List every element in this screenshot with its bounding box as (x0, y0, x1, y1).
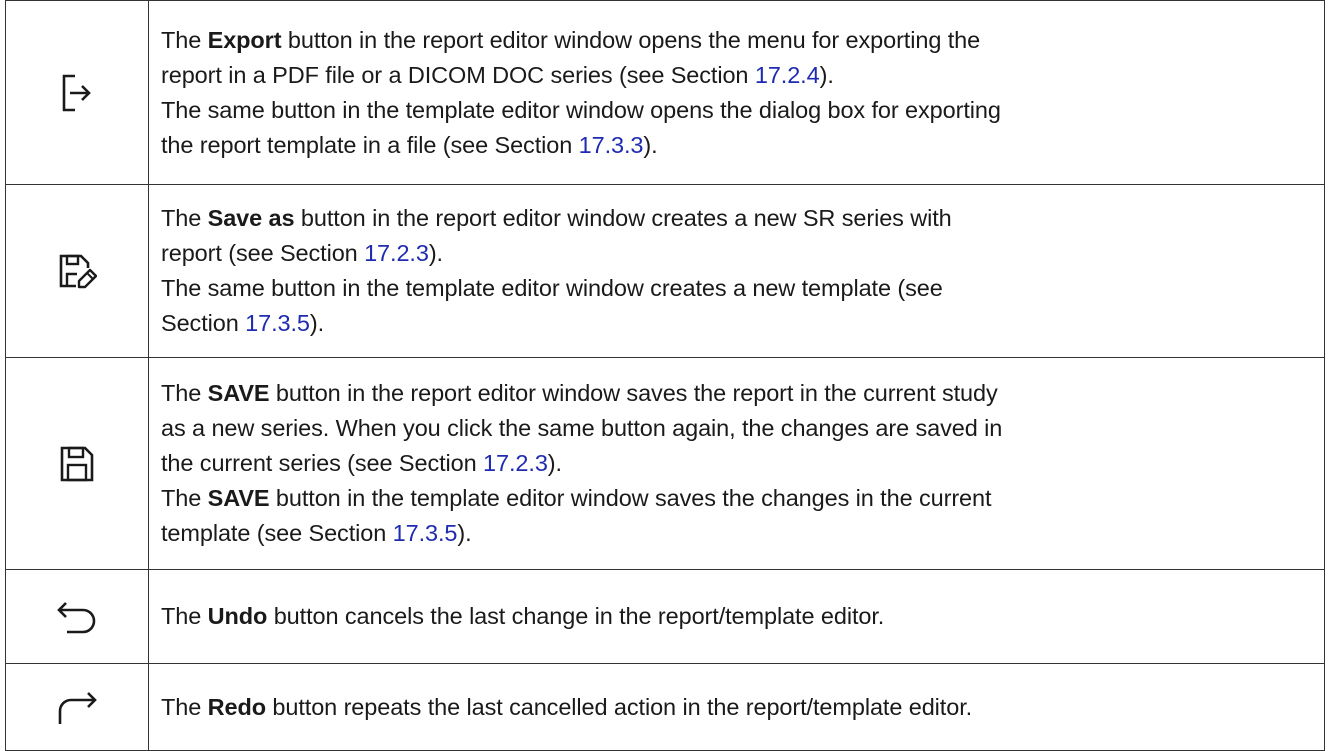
undo-button-name: Undo (207, 603, 268, 629)
export-line-1: The Export button in the report editor w… (161, 26, 981, 53)
section-link[interactable]: 17.3.5 (245, 310, 310, 336)
table-row-export: The Export button in the report editor w… (5, 0, 1325, 185)
save-line-4: The SAVE button in the template editor w… (161, 485, 992, 511)
save-line-2: as a new series. When you click the same… (161, 415, 1003, 441)
icon-cell-save (5, 357, 149, 570)
description-cell-save-as: The Save as button in the report editor … (148, 184, 1325, 358)
redo-line-1: The Redo button repeats the last cancell… (161, 693, 973, 720)
save-as-icon (59, 254, 97, 289)
export-icon (62, 74, 91, 111)
save-as-line-1: The Save as button in the report editor … (161, 205, 952, 231)
section-link[interactable]: 17.2.4 (755, 62, 820, 88)
icon-cell-undo (5, 569, 149, 664)
export-line-2: report in a PDF file or a DICOM DOC seri… (161, 61, 834, 88)
save-button-name: SAVE (207, 380, 270, 406)
save-line-5: template (see Section 17.3.5). (161, 520, 472, 546)
button-reference-table: The Export button in the report editor w… (5, 0, 1325, 751)
icon-cell-export (5, 0, 149, 185)
undo-line-1: The Undo button cancels the last change … (161, 603, 885, 629)
save-as-line-2: report (see Section 17.2.3). (161, 240, 443, 266)
export-line-4: the report template in a file (see Secti… (161, 131, 658, 158)
redo-icon (58, 692, 97, 724)
redo-button-name: Redo (207, 693, 266, 720)
section-link[interactable]: 17.3.3 (579, 132, 644, 158)
save-as-line-3: The same button in the template editor w… (161, 275, 943, 301)
section-link[interactable]: 17.2.3 (364, 240, 429, 266)
table-row-undo: The Undo button cancels the last change … (5, 569, 1325, 664)
undo-icon (57, 601, 96, 633)
description-cell-redo: The Redo button repeats the last cancell… (148, 663, 1325, 751)
save-icon (60, 446, 94, 481)
export-line-3: The same button in the template editor w… (161, 96, 1001, 123)
icon-cell-save-as (5, 184, 149, 358)
table-row-redo: The Redo button repeats the last cancell… (5, 663, 1325, 751)
description-cell-undo: The Undo button cancels the last change … (148, 569, 1325, 664)
icon-cell-redo (5, 663, 149, 751)
description-cell-export: The Export button in the report editor w… (148, 0, 1325, 185)
save-line-3: the current series (see Section 17.2.3). (161, 450, 562, 476)
description-cell-save: The SAVE button in the report editor win… (148, 357, 1325, 570)
table-row-save: The SAVE button in the report editor win… (5, 357, 1325, 570)
save-as-line-4: Section 17.3.5). (161, 310, 325, 336)
section-link[interactable]: 17.2.3 (483, 450, 548, 476)
section-link[interactable]: 17.3.5 (393, 520, 458, 546)
save-as-button-name: Save as (207, 205, 295, 231)
export-button-name: Export (207, 26, 282, 53)
save-button-name: SAVE (207, 485, 270, 511)
save-line-1: The SAVE button in the report editor win… (161, 380, 998, 406)
table-row-save-as: The Save as button in the report editor … (5, 184, 1325, 358)
